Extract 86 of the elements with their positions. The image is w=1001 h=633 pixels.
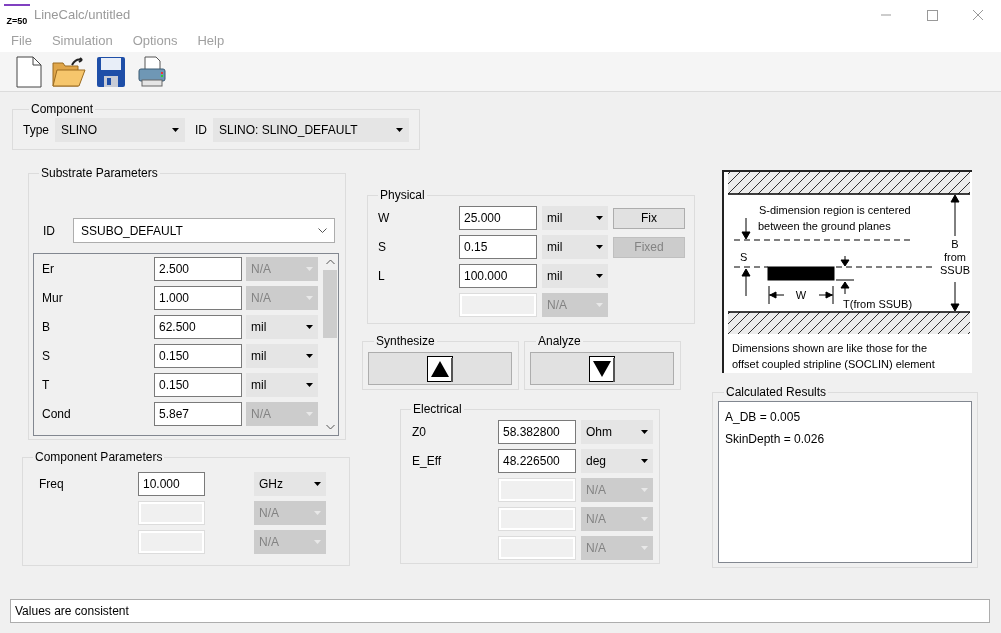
- analyze-button[interactable]: [530, 352, 674, 385]
- parameter-label: T: [41, 377, 51, 394]
- input-field[interactable]: 0.15: [459, 235, 537, 259]
- caret-icon: [641, 459, 648, 463]
- unit-dropdown[interactable]: mil: [246, 373, 318, 397]
- input-field[interactable]: 0.150: [154, 373, 242, 397]
- folder-icon[interactable]: [52, 56, 86, 87]
- parameter-label: Mur: [41, 290, 64, 307]
- input-field[interactable]: 0.150: [154, 344, 242, 368]
- group-title: Analyze: [537, 333, 582, 350]
- result-line: SkinDepth = 0.026: [725, 431, 826, 448]
- input-field[interactable]: 2.500: [154, 257, 242, 281]
- substrate-id-dropdown[interactable]: SSUBO_DEFAULT: [73, 218, 335, 243]
- unit-dropdown[interactable]: deg: [581, 449, 653, 473]
- group-title: Component: [30, 101, 95, 118]
- fix-button[interactable]: Fix: [613, 207, 685, 229]
- status-message: Values are consistent: [15, 603, 129, 620]
- dimension-label: SSUB: [940, 264, 970, 276]
- group-title: Component Parameters: [34, 449, 164, 466]
- dimension-label: B: [951, 238, 959, 250]
- parameter-label: L: [377, 268, 386, 285]
- input-field[interactable]: 5.8e7: [154, 402, 242, 426]
- unit-dropdown[interactable]: mil: [542, 235, 608, 259]
- input-field[interactable]: 58.382800: [498, 420, 576, 444]
- note-line: S-dimension region is centered: [759, 204, 911, 216]
- input-field[interactable]: [498, 478, 576, 502]
- caption-line: offset coupled stripline (SOCLIN) element: [732, 358, 935, 370]
- caret-icon: [641, 430, 648, 434]
- type-dropdown[interactable]: SLINO: [55, 118, 185, 142]
- parameter-label: Er: [41, 261, 55, 278]
- field-label: ID: [43, 222, 56, 240]
- caret-icon: [596, 274, 603, 278]
- input-field[interactable]: [138, 530, 205, 554]
- id-dropdown[interactable]: SLINO: SLINO_DEFAULT: [213, 118, 409, 142]
- caret-icon: [306, 325, 313, 329]
- caret-icon: [306, 383, 313, 387]
- group-title: Electrical: [412, 401, 463, 418]
- dimension-label: W: [795, 289, 807, 301]
- dimension-label: from: [944, 251, 966, 263]
- parameter-label: S: [41, 348, 51, 365]
- scrollbar-thumb[interactable]: [323, 270, 337, 338]
- printer-icon[interactable]: [136, 55, 168, 88]
- window-title: LineCalc/untitled: [34, 6, 131, 25]
- note-line: between the ground planes: [758, 220, 891, 232]
- dimension-label: S: [740, 251, 748, 263]
- parameter-label: W: [377, 210, 391, 227]
- input-field[interactable]: 100.000: [459, 264, 537, 288]
- synthesize-button[interactable]: [368, 352, 512, 385]
- group-title: Synthesize: [375, 333, 436, 350]
- field-label: ID: [195, 122, 207, 139]
- result-line: A_DB = 0.005: [725, 409, 802, 426]
- unit-dropdown[interactable]: mil: [542, 206, 608, 230]
- unit-dropdown[interactable]: Ohm: [581, 420, 653, 444]
- input-field[interactable]: [138, 501, 205, 525]
- caret-icon: [306, 354, 313, 358]
- caret-icon: [314, 482, 321, 486]
- unit-dropdown[interactable]: mil: [246, 344, 318, 368]
- input-field[interactable]: [498, 536, 576, 560]
- group-title: Physical: [379, 187, 426, 204]
- parameter-label: Cond: [41, 406, 72, 423]
- caption-line: Dimensions shown are like those for the: [732, 342, 928, 354]
- caret-icon: [396, 128, 403, 132]
- unit-dropdown[interactable]: mil: [246, 315, 318, 339]
- parameter-label: B: [41, 319, 51, 336]
- group-title: Calculated Results: [725, 384, 828, 401]
- group-title: Substrate Parameters: [40, 165, 159, 182]
- parameter-label: E_Eff: [411, 453, 443, 470]
- input-field[interactable]: 25.000: [459, 206, 537, 230]
- input-field[interactable]: [498, 507, 576, 531]
- input-field[interactable]: 10.000: [138, 472, 205, 496]
- input-field[interactable]: 62.500: [154, 315, 242, 339]
- input-field[interactable]: 48.226500: [498, 449, 576, 473]
- unit-dropdown[interactable]: mil: [542, 264, 608, 288]
- dimension-label: T(from SSUB): [843, 298, 913, 310]
- parameter-label: Z0: [411, 424, 427, 441]
- caret-icon: [596, 216, 603, 220]
- blank-page-icon[interactable]: [16, 55, 42, 88]
- caret-icon: [172, 128, 179, 132]
- parameter-label: Freq: [38, 476, 65, 493]
- input-field[interactable]: [459, 293, 537, 317]
- parameter-label: S: [377, 239, 387, 256]
- input-field[interactable]: 1.000: [154, 286, 242, 310]
- unit-dropdown[interactable]: GHz: [254, 472, 326, 496]
- chevron-down-icon: [318, 228, 327, 233]
- caret-icon: [596, 245, 603, 249]
- field-label: Type: [23, 122, 49, 139]
